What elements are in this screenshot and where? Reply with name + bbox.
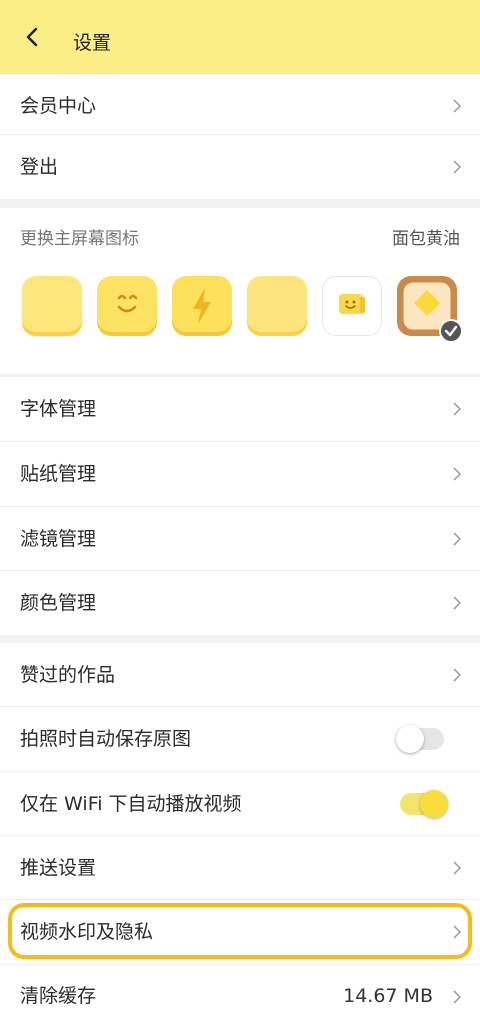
yellow-square-icon[interactable]	[22, 276, 82, 336]
toggle-knob	[396, 725, 424, 753]
pale-square-icon[interactable]	[247, 276, 307, 336]
chevron-right-icon	[453, 668, 462, 682]
chevron-right-icon	[453, 596, 462, 610]
menu-item-label: 推送设置	[20, 857, 97, 879]
smiley-icon[interactable]	[97, 276, 157, 336]
menu-item-label: 赞过的作品	[20, 664, 116, 686]
chevron-right-icon	[453, 861, 462, 875]
menu-item-auto-save: 拍照时自动保存原图	[0, 707, 480, 771]
chevron-right-icon	[453, 99, 462, 113]
menu-item-clear-cache[interactable]: 清除缓存 14.67 MB	[0, 965, 480, 1015]
chevron-right-icon	[453, 160, 462, 174]
header-bar: 设置	[0, 0, 480, 74]
auto-save-toggle[interactable]	[396, 725, 444, 753]
menu-item-label: 字体管理	[20, 398, 97, 420]
menu-item-label: 登出	[20, 156, 59, 178]
chevron-right-icon	[453, 402, 462, 416]
menu-item-label: 清除缓存	[20, 985, 97, 1007]
menu-item-label: 颜色管理	[20, 592, 97, 614]
menu-item-label: 滤镜管理	[20, 528, 97, 550]
icon-section-current: 面包黄油	[392, 229, 460, 249]
menu-item-wifi-autoplay: 仅在 WiFi 下自动播放视频	[0, 772, 480, 836]
menu-item-filters[interactable]: 滤镜管理	[0, 507, 480, 571]
chevron-right-icon	[453, 467, 462, 481]
small-smiley-tile-icon[interactable]	[322, 276, 382, 336]
menu-item-fonts[interactable]: 字体管理	[0, 377, 480, 441]
menu-item-membership[interactable]: 会员中心	[0, 74, 480, 138]
highlight-outline	[8, 903, 472, 959]
menu-item-label: 仅在 WiFi 下自动播放视频	[20, 793, 242, 815]
lightning-icon[interactable]	[172, 276, 232, 336]
menu-item-label: 会员中心	[20, 95, 97, 117]
menu-item-label: 贴纸管理	[20, 463, 97, 485]
menu-item-push[interactable]: 推送设置	[0, 836, 480, 900]
menu-item-label: 拍照时自动保存原图	[20, 728, 192, 750]
icon-section-title: 更换主屏幕图标	[20, 229, 139, 249]
check-circle-icon	[439, 319, 463, 343]
menu-item-logout[interactable]: 登出	[0, 135, 480, 199]
menu-item-liked-works[interactable]: 赞过的作品	[0, 643, 480, 707]
wifi-autoplay-toggle[interactable]	[400, 790, 448, 818]
toggle-knob	[420, 790, 448, 818]
menu-item-colors[interactable]: 颜色管理	[0, 571, 480, 635]
cache-size-value: 14.67 MB	[343, 985, 433, 1007]
chevron-right-icon	[453, 532, 462, 546]
chevron-right-icon	[453, 990, 462, 1004]
menu-item-stickers[interactable]: 贴纸管理	[0, 442, 480, 506]
page-title: 设置	[73, 32, 112, 54]
back-arrow-icon[interactable]	[22, 26, 44, 48]
